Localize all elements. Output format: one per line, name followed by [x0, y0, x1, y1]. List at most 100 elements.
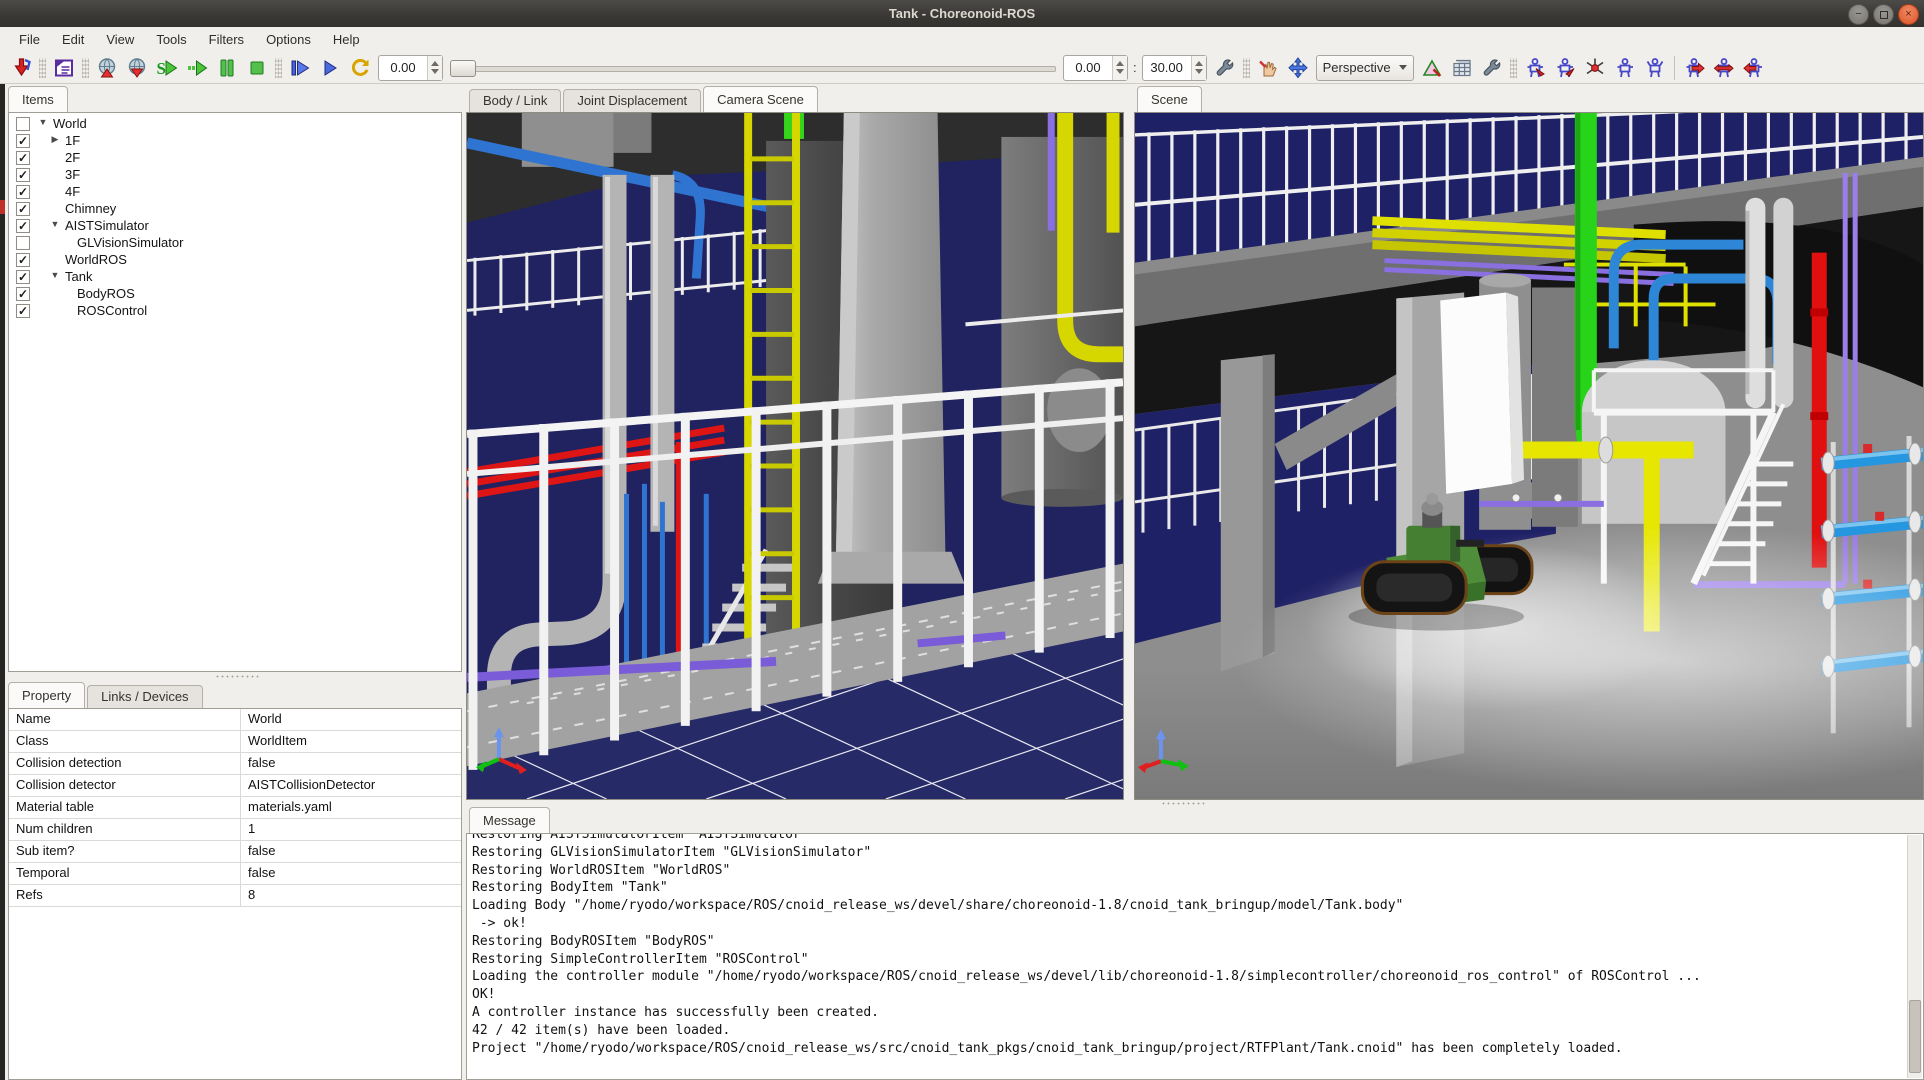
tab-message[interactable]: Message — [469, 807, 550, 833]
splitter-handle[interactable] — [1161, 801, 1205, 806]
tab-camera-scene[interactable]: Camera Scene — [703, 86, 818, 112]
expand-arrow-icon[interactable]: ▶ — [49, 134, 61, 145]
menu-filters[interactable]: Filters — [198, 29, 255, 50]
tree-item-label[interactable]: WorldROS — [65, 252, 127, 267]
property-value[interactable]: WorldItem — [241, 731, 461, 752]
robot-outline-icon-1[interactable] — [1610, 54, 1640, 82]
tree-item-label[interactable]: 3F — [65, 167, 80, 182]
tree-checkbox[interactable]: ✓ — [16, 185, 30, 199]
titlebar[interactable]: Tank - Choreonoid-ROS − × — [0, 0, 1924, 27]
robot-arrow-left-icon[interactable] — [1739, 54, 1769, 82]
translate-view-icon[interactable] — [1283, 54, 1313, 82]
property-value[interactable]: World — [241, 709, 461, 730]
minimize-button[interactable]: − — [1848, 4, 1869, 25]
toolbar-separator[interactable] — [1510, 58, 1517, 78]
close-button[interactable]: × — [1898, 4, 1919, 25]
tree-checkbox[interactable] — [16, 117, 30, 131]
timestep-spinbox[interactable]: 0.00 — [378, 55, 443, 81]
tree-item-chimney[interactable]: ✓ Chimney — [9, 201, 461, 218]
tab-scene[interactable]: Scene — [1137, 86, 1202, 112]
timestep-spinbox-value[interactable]: 0.00 — [379, 60, 427, 75]
tree-item-1f[interactable]: ✓ ▶ 1F — [9, 133, 461, 150]
scrollbar-thumb[interactable] — [1909, 1000, 1921, 1072]
crosshair-pose-icon[interactable] — [1580, 54, 1610, 82]
time-slider[interactable] — [450, 56, 1056, 80]
scene-config-icon[interactable] — [1477, 54, 1507, 82]
tree-checkbox[interactable]: ✓ — [16, 202, 30, 216]
tree-checkbox[interactable]: ✓ — [16, 270, 30, 284]
toolbar-separator[interactable] — [82, 58, 89, 78]
tree-checkbox[interactable]: ✓ — [16, 134, 30, 148]
time-slider-handle[interactable] — [450, 60, 476, 77]
property-value[interactable]: 8 — [241, 885, 461, 906]
property-value[interactable]: false — [241, 753, 461, 774]
tree-item-label[interactable]: 4F — [65, 184, 80, 199]
tab-body-link[interactable]: Body / Link — [469, 89, 561, 112]
tree-checkbox[interactable]: ✓ — [16, 219, 30, 233]
tree-item-label[interactable]: 1F — [65, 133, 80, 148]
tree-item-label[interactable]: Tank — [65, 269, 92, 284]
current-time-spinbox[interactable]: 0.00 — [1063, 55, 1128, 81]
tree-item-tank[interactable]: ✓ ▼ Tank — [9, 269, 461, 286]
tree-item-label[interactable]: World — [53, 116, 87, 131]
tree-item-glvisionsimulator[interactable]: GLVisionSimulator — [9, 235, 461, 252]
tree-item-world[interactable]: ▼ World — [9, 116, 461, 133]
pause-simulation-icon[interactable] — [212, 54, 242, 82]
tree-item-bodyros[interactable]: ✓ BodyROS — [9, 286, 461, 303]
tree-item-4f[interactable]: ✓ 4F — [9, 184, 461, 201]
current-time-spinbox-value[interactable]: 0.00 — [1064, 60, 1112, 75]
restore-world-state-icon[interactable] — [122, 54, 152, 82]
collapse-arrow-icon[interactable]: ▼ — [49, 270, 61, 280]
message-scrollbar[interactable] — [1907, 835, 1922, 1078]
scene-viewport[interactable] — [1134, 112, 1924, 800]
tree-item-label[interactable]: ROSControl — [77, 303, 147, 318]
resume-simulation-icon[interactable] — [182, 54, 212, 82]
property-value[interactable]: 1 — [241, 819, 461, 840]
tree-item-3f[interactable]: ✓ 3F — [9, 167, 461, 184]
property-value[interactable]: AISTCollisionDetector — [241, 775, 461, 796]
time-range-spinbox-arrows[interactable] — [1191, 56, 1206, 80]
menu-edit[interactable]: Edit — [51, 29, 95, 50]
robot-arrows-both-icon[interactable] — [1709, 54, 1739, 82]
tab-items[interactable]: Items — [8, 86, 68, 112]
tree-item-label[interactable]: GLVisionSimulator — [77, 235, 183, 250]
tree-item-label[interactable]: 2F — [65, 150, 80, 165]
splitter-handle[interactable] — [215, 674, 259, 679]
collapse-arrow-icon[interactable]: ▼ — [37, 117, 49, 127]
collision-line-icon[interactable] — [1417, 54, 1447, 82]
property-value[interactable]: false — [241, 841, 461, 862]
edit-mode-icon[interactable] — [1253, 54, 1283, 82]
toolbar-separator[interactable] — [275, 58, 282, 78]
tree-item-worldros[interactable]: ✓ WorldROS — [9, 252, 461, 269]
time-slider-groove[interactable] — [450, 66, 1056, 72]
tree-item-label[interactable]: Chimney — [65, 201, 116, 216]
tree-item-aistsimulator[interactable]: ✓▼AISTSimulator — [9, 218, 461, 235]
property-value[interactable]: false — [241, 863, 461, 884]
tree-item-2f[interactable]: ✓ 2F — [9, 150, 461, 167]
tree-item-roscontrol[interactable]: ✓ROSControl — [9, 303, 461, 320]
camera-scene-viewport[interactable] — [466, 112, 1124, 800]
timestep-spinbox-arrows[interactable] — [427, 56, 442, 80]
robot-flag-icon-1[interactable] — [1520, 54, 1550, 82]
robot-flag-icon-2[interactable] — [1550, 54, 1580, 82]
left-splitter[interactable] — [5, 672, 463, 680]
message-window-icon[interactable] — [49, 54, 79, 82]
toolbar-separator[interactable] — [1243, 58, 1250, 78]
collapse-arrow-icon[interactable]: ▼ — [49, 219, 61, 229]
menu-view[interactable]: View — [95, 29, 145, 50]
tree-item-label[interactable]: BodyROS — [77, 286, 135, 301]
tree-checkbox[interactable]: ✓ — [16, 287, 30, 301]
stop-simulation-icon[interactable] — [242, 54, 272, 82]
sync-time-icon[interactable] — [345, 54, 375, 82]
tree-checkbox[interactable]: ✓ — [16, 253, 30, 267]
tree-checkbox[interactable]: ✓ — [16, 168, 30, 182]
play-animation-icon[interactable] — [315, 54, 345, 82]
tab-links-devices[interactable]: Links / Devices — [87, 685, 202, 708]
menu-tools[interactable]: Tools — [145, 29, 197, 50]
timebar-config-icon[interactable] — [1210, 54, 1240, 82]
seek-start-icon[interactable] — [285, 54, 315, 82]
tree-checkbox[interactable]: ✓ — [16, 151, 30, 165]
wireframe-icon[interactable] — [1447, 54, 1477, 82]
time-range-spinbox-value[interactable]: 30.00 — [1143, 60, 1191, 75]
current-time-spinbox-arrows[interactable] — [1112, 56, 1127, 80]
